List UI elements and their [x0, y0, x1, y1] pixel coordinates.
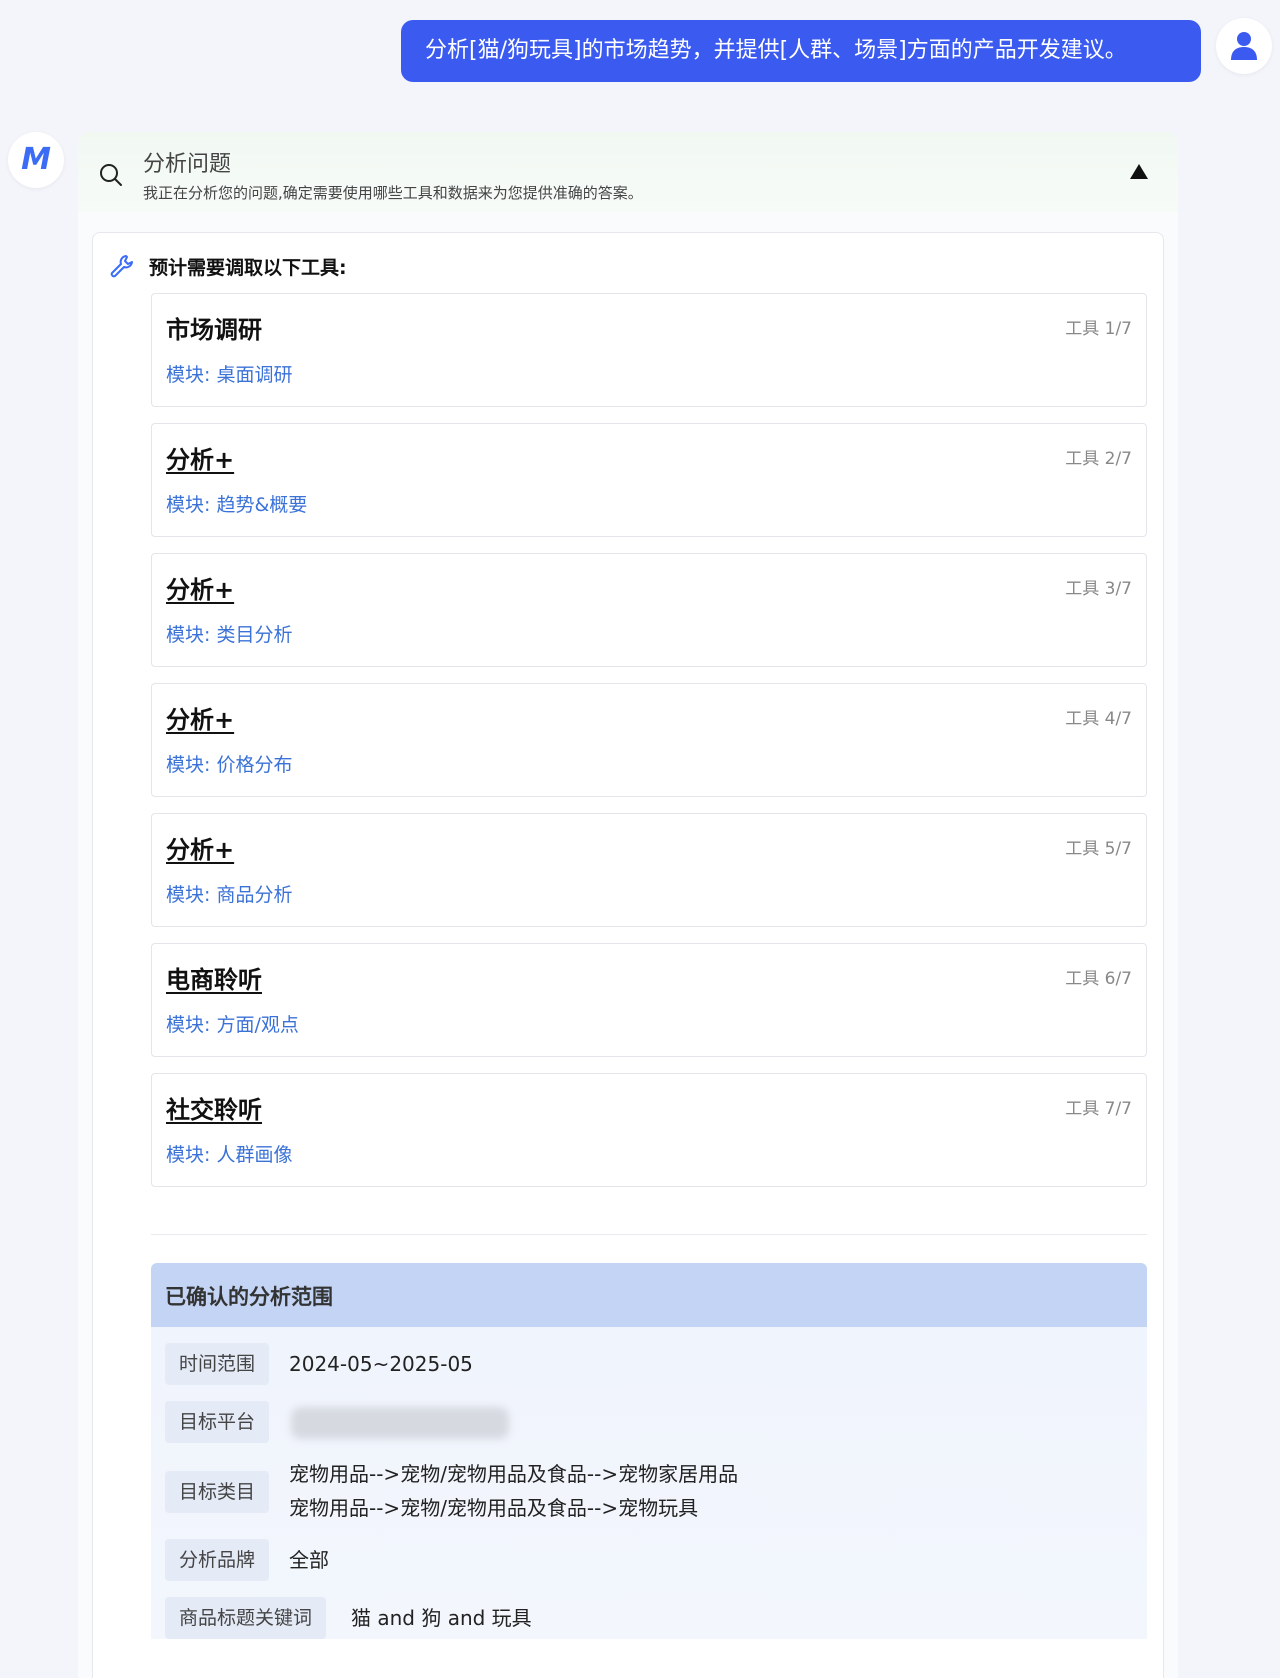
tool-module: 模块: 方面/观点 [166, 1014, 299, 1036]
tool-card[interactable]: 分析+ 工具 4/7 模块: 价格分布 [151, 683, 1147, 797]
divider [151, 1234, 1147, 1235]
tool-name-link[interactable]: 社交聆听 [166, 1090, 262, 1125]
user-message-bubble: 分析[猫/狗玩具]的市场趋势，并提供[人群、场景]方面的产品开发建议。 [401, 20, 1201, 82]
tool-card[interactable]: 电商聆听 工具 6/7 模块: 方面/观点 [151, 943, 1147, 1057]
wrench-icon [110, 255, 133, 278]
target-platform-label: 目标平台 [165, 1401, 270, 1443]
target-category-value: 宠物用品-->宠物/宠物用品及食品-->宠物家居用品 [289, 1462, 739, 1486]
time-range-label: 时间范围 [165, 1343, 270, 1385]
analysis-title: 分析问题 [143, 152, 232, 177]
tool-count: 工具 1/7 [1065, 319, 1132, 339]
target-category-label: 目标类目 [165, 1471, 270, 1513]
tool-card[interactable]: 市场调研 工具 1/7 模块: 桌面调研 [151, 293, 1147, 407]
analysis-subtitle: 我正在分析您的问题,确定需要使用哪些工具和数据来为您提供准确的答案。 [143, 184, 643, 202]
brand-value: 全部 [289, 1548, 329, 1572]
tools-heading: 预计需要调取以下工具: [149, 257, 347, 279]
scope-header: 已确认的分析范围 [151, 1263, 1147, 1327]
tool-name-link[interactable]: 电商聆听 [166, 960, 262, 995]
time-range-value: 2024-05~2025-05 [289, 1352, 473, 1376]
scope-title: 已确认的分析范围 [165, 1285, 333, 1309]
target-category-value: 宠物用品-->宠物/宠物用品及食品-->宠物玩具 [289, 1496, 699, 1520]
user-icon [1231, 32, 1257, 60]
tool-card[interactable]: 社交聆听 工具 7/7 模块: 人群画像 [151, 1073, 1147, 1187]
user-message-text: 分析[猫/狗玩具]的市场趋势，并提供[人群、场景]方面的产品开发建议。 [425, 38, 1127, 63]
tool-name-link[interactable]: 分析+ [166, 700, 234, 735]
tool-count: 工具 2/7 [1065, 449, 1132, 469]
tool-module: 模块: 桌面调研 [166, 364, 293, 386]
tool-module: 模块: 人群画像 [166, 1144, 293, 1166]
bot-logo-icon: M [21, 142, 51, 177]
user-avatar[interactable] [1216, 18, 1272, 74]
tool-module: 模块: 趋势&概要 [166, 494, 308, 516]
search-icon [100, 164, 122, 186]
tool-module: 模块: 价格分布 [166, 754, 293, 776]
tool-count: 工具 3/7 [1065, 579, 1132, 599]
tool-card[interactable]: 分析+ 工具 3/7 模块: 类目分析 [151, 553, 1147, 667]
tools-box: 预计需要调取以下工具: 市场调研 工具 1/7 模块: 桌面调研 分析+ 工具 … [92, 232, 1164, 1678]
collapse-triangle-icon[interactable] [1130, 164, 1148, 179]
tool-count: 工具 4/7 [1065, 709, 1132, 729]
analysis-header[interactable]: 分析问题 我正在分析您的问题,确定需要使用哪些工具和数据来为您提供准确的答案。 [78, 132, 1178, 212]
target-platform-value-redacted [291, 1407, 509, 1439]
brand-label: 分析品牌 [165, 1539, 270, 1581]
keyword-label: 商品标题关键词 [165, 1597, 327, 1639]
tool-card[interactable]: 分析+ 工具 5/7 模块: 商品分析 [151, 813, 1147, 927]
tool-module: 模块: 商品分析 [166, 884, 293, 906]
analysis-panel: 分析问题 我正在分析您的问题,确定需要使用哪些工具和数据来为您提供准确的答案。 … [78, 132, 1178, 1678]
tool-count: 工具 7/7 [1065, 1099, 1132, 1119]
keyword-value: 猫 and 狗 and 玩具 [351, 1606, 532, 1630]
tool-card[interactable]: 分析+ 工具 2/7 模块: 趋势&概要 [151, 423, 1147, 537]
tool-count: 工具 5/7 [1065, 839, 1132, 859]
tool-count: 工具 6/7 [1065, 969, 1132, 989]
tool-name: 市场调研 [166, 316, 262, 344]
tool-module: 模块: 类目分析 [166, 624, 293, 646]
bot-avatar: M [8, 132, 64, 188]
tool-name-link[interactable]: 分析+ [166, 830, 234, 865]
tool-name-link[interactable]: 分析+ [166, 570, 234, 605]
tool-name-link[interactable]: 分析+ [166, 440, 234, 475]
